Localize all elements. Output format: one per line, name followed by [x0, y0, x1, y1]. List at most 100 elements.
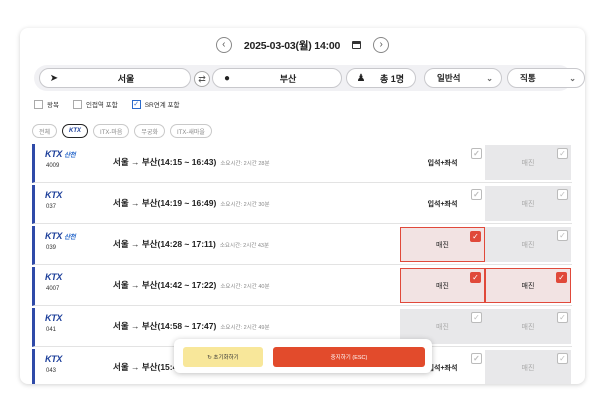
booking-panel: ‹ 2025-03-03(월) 14:00 › ➤ 서울 ⇄ ● 부산 ♟ 총 … [20, 28, 585, 384]
special-seat-cell[interactable]: 매진 ✓ [485, 145, 571, 180]
search-options: 왕복 인접역 포함 ✓ SR연계 포함 [34, 98, 187, 110]
general-seat-cell[interactable]: 매진 ✓ [400, 268, 485, 303]
train-route: 서울 → 부산(14:19 ~ 16:49) 소요시간: 2시간 30분 [113, 197, 270, 209]
route-label: 서울 → 부산(14:42 ~ 17:22) [113, 280, 217, 290]
train-brand-label: KTX [45, 313, 63, 323]
general-seat-cell[interactable]: 매진 ✓ [400, 227, 485, 262]
train-number: 039 [46, 245, 57, 251]
search-bar: ➤ 서울 ⇄ ● 부산 ♟ 총 1명 일반석 ⌄ 직통 ⌄ [34, 65, 585, 91]
passenger-label: 총 1명 [379, 73, 405, 84]
filter-itx-saemaeul-chip[interactable]: ITX-새마을 [169, 124, 212, 138]
train-brand-label: KTX [45, 354, 63, 364]
general-seat-cell-label: 매진 [436, 323, 449, 331]
stop-button[interactable]: 중지하기 (ESC) [273, 347, 425, 367]
round-trip-option[interactable]: 왕복 [34, 99, 59, 109]
round-trip-label: 왕복 [47, 102, 59, 109]
special-seat-cell[interactable]: 매진 ✓ [485, 227, 571, 262]
special-seat-cell-label: 매진 [521, 364, 535, 372]
route-type-select[interactable]: 직통 ⌄ [507, 68, 585, 88]
general-seat-cell-label: 매진 [436, 241, 449, 249]
duration-label: 소요시간: 2시간 28분 [220, 161, 270, 167]
filter-mugunghwa-chip[interactable]: 무궁화 [134, 124, 165, 138]
special-seat-cell[interactable]: 매진 ✓ [485, 309, 571, 344]
train-brand-label: KTX [45, 231, 63, 241]
calendar-icon[interactable] [352, 41, 362, 49]
train-brand: KTX [45, 190, 62, 200]
check-icon[interactable]: ✓ [471, 353, 482, 364]
route-label: 서울 → 부산(14:15 ~ 16:43) [113, 157, 217, 167]
train-brand: KTX 산천 [45, 231, 76, 241]
train-subtype: 산천 [64, 234, 76, 241]
sr-link-checkbox[interactable]: ✓ [131, 99, 141, 109]
action-bar: ↻ 초기화하기 중지하기 (ESC) [174, 339, 432, 373]
special-seat-cell[interactable]: 매진 ✓ [485, 350, 571, 384]
origin-label: 서울 [117, 73, 135, 84]
adjacent-station-checkbox[interactable] [72, 99, 82, 109]
route-label: 서울 → 부산(14:58 ~ 17:47) [113, 321, 217, 331]
seat-class-select[interactable]: 일반석 ⌄ [424, 68, 502, 88]
train-row: KTX 037 서울 → 부산(14:19 ~ 16:49) 소요시간: 2시간 … [32, 185, 572, 224]
next-date-button[interactable]: › [373, 37, 390, 53]
general-seat-cell[interactable]: 입석+좌석 ✓ [400, 186, 485, 221]
check-icon[interactable]: ✓ [557, 230, 568, 241]
check-icon[interactable]: ✓ [470, 272, 481, 283]
train-brand-label: KTX [45, 190, 63, 200]
train-brand: KTX [45, 313, 62, 323]
adjacent-station-option[interactable]: 인접역 포함 [72, 99, 118, 109]
general-seat-cell-label: 입석+좌석 [427, 159, 458, 167]
train-brand: KTX [45, 272, 62, 282]
passenger-field[interactable]: ♟ 총 1명 [346, 68, 416, 88]
train-number: 043 [46, 368, 57, 374]
check-icon[interactable]: ✓ [556, 272, 567, 283]
check-icon[interactable]: ✓ [471, 148, 482, 159]
check-icon[interactable]: ✓ [557, 353, 568, 364]
duration-label: 소요시간: 2시간 40분 [220, 284, 270, 290]
special-seat-cell-label: 매진 [521, 159, 535, 167]
destination-label: 부산 [279, 73, 297, 84]
swap-stations-button[interactable]: ⇄ [194, 71, 210, 87]
duration-label: 소요시간: 2시간 43분 [219, 243, 270, 249]
special-seat-cell-label: 매진 [521, 323, 535, 331]
route-label: 서울 → 부산(15:45 [113, 362, 183, 372]
prev-date-button[interactable]: ‹ [215, 37, 232, 53]
train-route: 서울 → 부산(14:28 ~ 17:11) 소요시간: 2시간 43분 [113, 238, 269, 250]
train-number: 4009 [46, 163, 60, 169]
train-route: 서울 → 부산(14:58 ~ 17:47) 소요시간: 2시간 49분 [113, 320, 270, 332]
destination-field[interactable]: ● 부산 [212, 68, 342, 88]
departure-datetime[interactable]: 2025-03-03(월) 14:00 [244, 38, 341, 53]
check-icon[interactable]: ✓ [470, 231, 481, 242]
train-subtype: 산천 [64, 152, 76, 159]
special-seat-cell-label: 매진 [521, 241, 535, 249]
check-icon[interactable]: ✓ [557, 148, 568, 159]
sr-link-label: SR연계 포함 [144, 102, 180, 109]
check-icon[interactable]: ✓ [557, 189, 568, 200]
chevron-down-icon: ⌄ [486, 73, 493, 83]
round-trip-checkbox[interactable] [34, 99, 43, 109]
reset-button[interactable]: ↻ 초기화하기 [183, 347, 263, 367]
check-icon[interactable]: ✓ [471, 189, 482, 200]
filter-itx-maum-chip[interactable]: ITX-마음 [93, 124, 130, 138]
filter-ktx-chip[interactable]: KTX [62, 124, 89, 138]
general-seat-cell-label: 매진 [436, 282, 449, 290]
special-seat-cell-label: 매진 [521, 282, 535, 290]
train-brand-label: KTX [45, 272, 63, 282]
duration-label: 소요시간: 2시간 30분 [220, 202, 270, 208]
duration-label: 소요시간: 2시간 49분 [220, 325, 270, 331]
special-seat-cell[interactable]: 매진 ✓ [485, 186, 571, 221]
route-label: 서울 → 부산(14:19 ~ 16:49) [113, 198, 217, 208]
sr-link-option[interactable]: ✓ SR연계 포함 [131, 99, 180, 109]
general-seat-cell[interactable]: 입석+좌석 ✓ [400, 145, 485, 180]
seat-class-label: 일반석 [437, 73, 461, 83]
adjacent-station-label: 인접역 포함 [85, 102, 118, 109]
route-label: 서울 → 부산(14:28 ~ 17:11) [113, 239, 216, 249]
origin-field[interactable]: ➤ 서울 [39, 68, 191, 88]
train-route: 서울 → 부산(14:15 ~ 16:43) 소요시간: 2시간 28분 [113, 156, 270, 168]
check-icon[interactable]: ✓ [471, 312, 482, 323]
general-seat-cell-label: 입석+좌석 [427, 364, 458, 372]
check-icon[interactable]: ✓ [557, 312, 568, 323]
special-seat-cell[interactable]: 매진 ✓ [485, 268, 571, 303]
train-number: 4007 [46, 286, 60, 292]
train-brand: KTX 산천 [45, 149, 76, 159]
filter-all-chip[interactable]: 전체 [32, 124, 58, 138]
train-number: 037 [46, 204, 57, 210]
